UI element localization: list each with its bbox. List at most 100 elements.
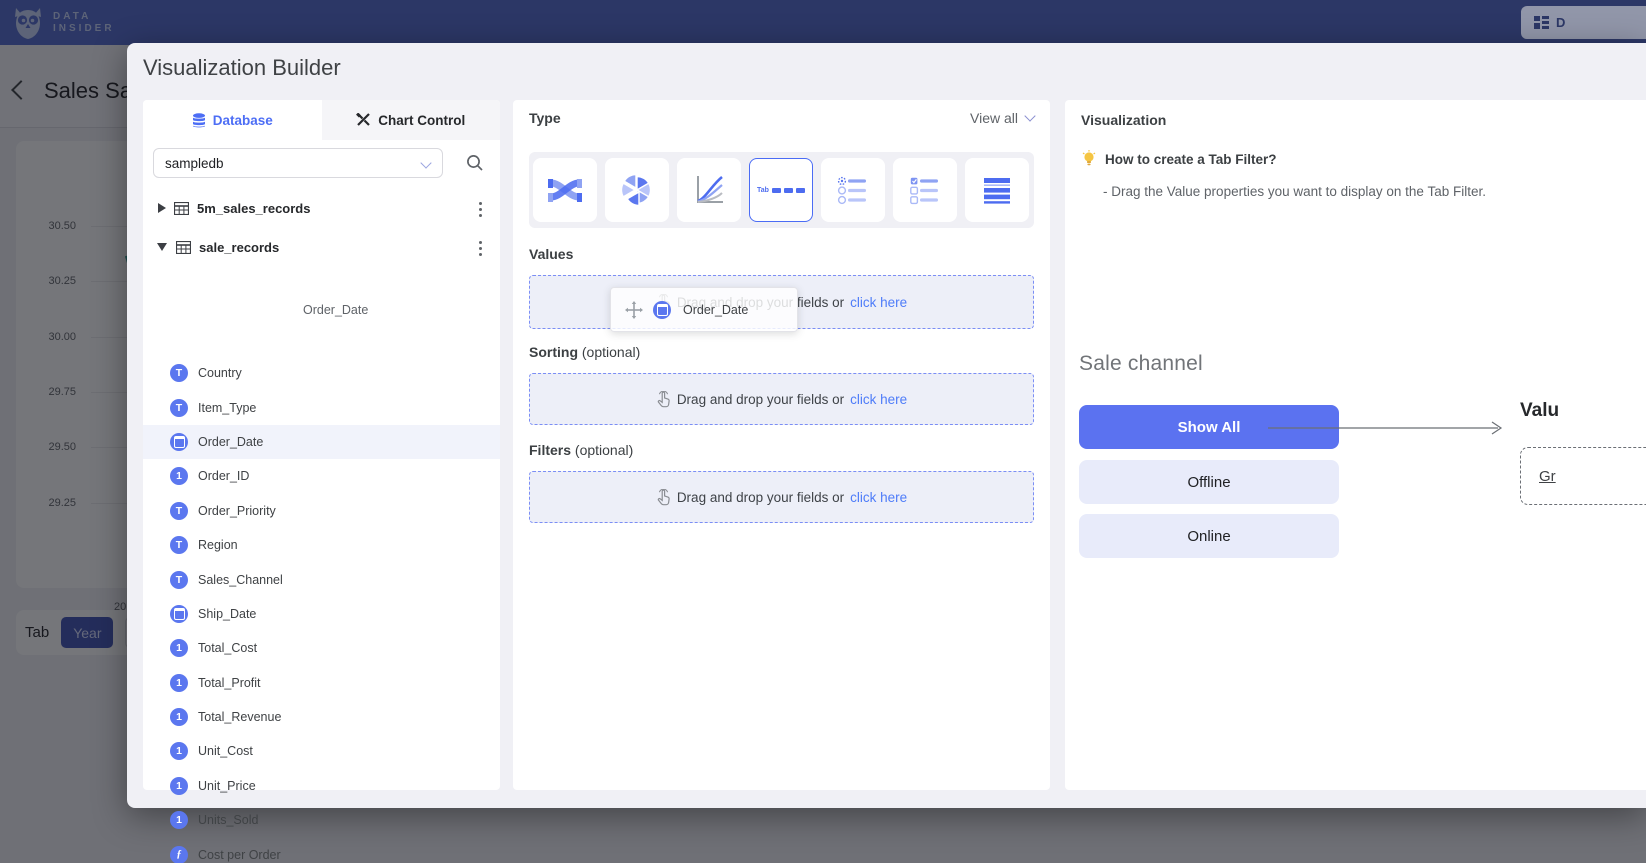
dropzone-text: Drag and drop your fields or [677, 392, 844, 407]
field-row[interactable]: 1 Unit_Cost [143, 734, 500, 768]
radio-list-icon [835, 172, 871, 208]
view-all-button[interactable]: View all [970, 110, 1034, 126]
widget-title: Sale channel [1079, 352, 1203, 376]
table-row[interactable]: 5m_sales_records [143, 190, 500, 226]
field-name: Region [198, 538, 238, 552]
chart-type-radio-list[interactable] [821, 158, 885, 222]
field-name: Units_Sold [198, 813, 258, 827]
tab-database-label: Database [213, 113, 273, 128]
tab-filter-option-online[interactable]: Online [1079, 514, 1339, 558]
chart-type-pie[interactable] [605, 158, 669, 222]
field-row[interactable]: T Region [143, 528, 500, 562]
field-row[interactable]: Ship_Date [143, 597, 500, 631]
brand: DATA INSIDER [0, 6, 115, 40]
chart-type-sankey[interactable] [533, 158, 597, 222]
field-name: Item_Type [198, 401, 256, 415]
database-icon [192, 113, 206, 128]
checkbox-list-icon [907, 172, 943, 208]
field-name: Cost per Order [198, 848, 281, 862]
field-row-selected[interactable]: Order_Date [143, 425, 500, 459]
dropzone-click-here-link[interactable]: click here [850, 295, 907, 310]
chart-type-table[interactable] [965, 158, 1029, 222]
chevron-down-icon [1024, 110, 1035, 121]
tab-database[interactable]: Database [143, 100, 322, 140]
table-name: sale_records [199, 240, 279, 255]
field-name: Sales_Channel [198, 573, 283, 587]
field-row[interactable]: 1 Total_Profit [143, 666, 500, 700]
field-type-icon [170, 605, 188, 623]
modal-title: Visualization Builder [143, 55, 341, 81]
table-row[interactable]: sale_records [143, 229, 500, 265]
screen: Sales Sa 30.50 30.25 30.00 29.75 29.50 2… [0, 0, 1646, 863]
sorting-dropzone[interactable]: Drag and drop your fields or click here [529, 373, 1034, 425]
field-type-icon: T [170, 399, 188, 417]
dashboard-button[interactable]: D [1521, 6, 1646, 39]
field-row[interactable]: T Sales_Channel [143, 562, 500, 596]
line-chart-icon [691, 172, 727, 208]
click-hand-icon [656, 391, 671, 408]
panel-tabs: Database Chart Control [143, 100, 500, 140]
field-type-icon: 1 [170, 674, 188, 692]
chart-type-line[interactable] [677, 158, 741, 222]
visualization-panel: Visualization How to create a Tab Filter… [1065, 100, 1646, 790]
expand-icon[interactable] [158, 203, 166, 213]
tab-chart-control[interactable]: Chart Control [322, 100, 501, 140]
search-row: sampledb [153, 148, 493, 178]
annotation-value-label: Valu [1520, 400, 1559, 422]
dropzone-click-here-link[interactable]: click here [850, 392, 907, 407]
field-type-icon: 1 [170, 639, 188, 657]
kebab-menu-icon[interactable] [477, 239, 484, 258]
tip-row: How to create a Tab Filter? [1081, 150, 1277, 168]
field-type-icon: T [170, 571, 188, 589]
field-name: Unit_Cost [198, 744, 253, 758]
field-type-icon: T [170, 536, 188, 554]
builder-panel: Type View all [513, 100, 1050, 790]
chart-type-tab-filter[interactable]: Tab [749, 158, 813, 222]
annotation-group-link[interactable]: Gr [1539, 468, 1556, 485]
move-icon [625, 301, 643, 319]
chart-type-checkbox-list[interactable] [893, 158, 957, 222]
tab-filter-option-offline[interactable]: Offline [1079, 460, 1339, 504]
field-name: Ship_Date [198, 607, 256, 621]
sankey-icon [546, 172, 584, 208]
field-row[interactable]: 1 Total_Cost [143, 631, 500, 665]
field-row[interactable]: 1 Order_ID [143, 459, 500, 493]
chevron-down-icon [420, 157, 431, 168]
kebab-menu-icon[interactable] [477, 200, 484, 219]
brand-line2: INSIDER [53, 23, 115, 35]
field-row[interactable]: 1 Units_Sold [143, 803, 500, 837]
dashboard-button-label: D [1556, 15, 1565, 30]
table-name: 5m_sales_records [197, 201, 310, 216]
field-row[interactable]: T Order_Priority [143, 494, 500, 528]
dragged-field-name: Order_Date [683, 303, 748, 317]
field-row[interactable]: T Country [143, 356, 500, 390]
field-name: Total_Profit [198, 676, 261, 690]
field-name: Order_ID [198, 469, 249, 483]
field-row[interactable]: ƒ Cost per Order [143, 837, 500, 863]
search-icon[interactable] [465, 153, 485, 173]
drag-ghost-label: Order_Date [303, 303, 368, 317]
table-icon [176, 241, 191, 254]
owl-logo-icon [12, 6, 44, 40]
dragged-field-chip[interactable]: Order_Date [610, 287, 798, 332]
field-row[interactable]: 1 Total_Revenue [143, 700, 500, 734]
field-row[interactable]: T Item_Type [143, 390, 500, 424]
tab-filter-icon: Tab [757, 187, 805, 194]
field-type-icon [653, 301, 671, 319]
values-section-label: Values [529, 246, 573, 262]
field-name: Order_Date [198, 435, 263, 449]
tab-filter-icon-label: Tab [757, 187, 769, 194]
filters-dropzone[interactable]: Drag and drop your fields or click here [529, 471, 1034, 523]
field-row[interactable]: 1 Unit_Price [143, 769, 500, 803]
dropzone-click-here-link[interactable]: click here [850, 490, 907, 505]
visualization-builder-modal: Visualization Builder Order_Date Databas… [127, 43, 1646, 808]
table-chart-icon [979, 172, 1015, 208]
database-select[interactable]: sampledb [153, 148, 443, 178]
annotation-arrow [1268, 419, 1510, 437]
lightbulb-icon [1081, 150, 1097, 168]
field-type-icon: 1 [170, 811, 188, 829]
collapse-icon[interactable] [157, 243, 167, 251]
view-all-label: View all [970, 110, 1018, 126]
field-type-icon: T [170, 502, 188, 520]
field-type-icon: 1 [170, 777, 188, 795]
